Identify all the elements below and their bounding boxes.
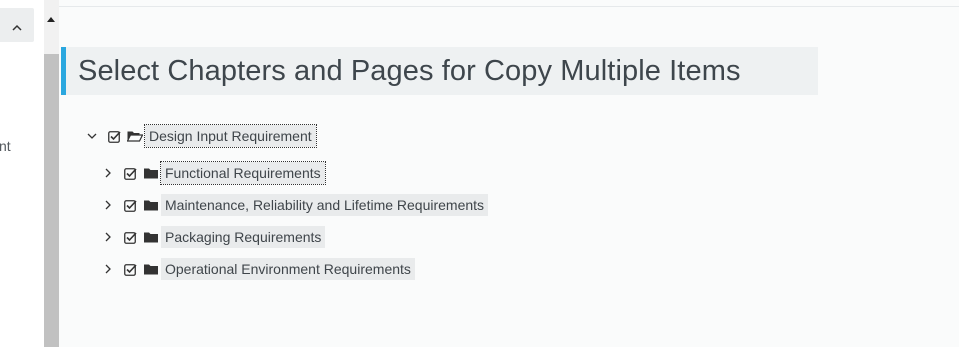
checkbox-checked-icon[interactable] [123,230,137,244]
chevron-right-icon[interactable] [101,230,115,244]
tree-item-label[interactable]: Packaging Requirements [161,226,326,248]
main-content: Select Chapters and Pages for Copy Multi… [47,0,959,347]
tree-item-label[interactable]: Functional Requirements [160,161,326,185]
chevron-right-icon[interactable] [101,166,115,180]
app-window: nt Select Chapters and Pages for Copy Mu… [0,0,959,347]
tree-item-label[interactable]: Maintenance, Reliability and Lifetime Re… [161,194,489,216]
tree-root-row[interactable]: Design Input Requirement [85,124,317,148]
checkbox-checked-icon[interactable] [123,198,137,212]
tree-item-row[interactable]: Operational Environment Requirements [101,258,415,280]
page-title: Select Chapters and Pages for Copy Multi… [78,54,741,87]
tree-item-row[interactable]: Functional Requirements [101,161,326,185]
folder-icon [143,166,159,180]
scrollbar-thumb[interactable] [44,54,59,347]
sidebar: nt [0,0,44,347]
checkbox-checked-icon[interactable] [123,166,137,180]
page-title-bar: Select Chapters and Pages for Copy Multi… [61,47,818,95]
tree-item-label[interactable]: Operational Environment Requirements [161,258,415,280]
chevron-up-icon [12,16,22,35]
triangle-up-icon [47,7,55,26]
scroll-up-button[interactable] [45,8,57,24]
top-bar [59,0,959,7]
checkbox-checked-icon[interactable] [107,129,121,143]
tree-item-row[interactable]: Packaging Requirements [101,226,326,248]
folder-open-icon [127,129,143,143]
folder-icon [143,230,159,244]
chevron-right-icon[interactable] [101,198,115,212]
tree-item-row[interactable]: Maintenance, Reliability and Lifetime Re… [101,194,489,216]
vertical-scrollbar[interactable] [44,0,59,347]
folder-icon [143,262,159,276]
checkbox-checked-icon[interactable] [123,262,137,276]
chevron-down-icon[interactable] [85,129,99,143]
tree-root-label[interactable]: Design Input Requirement [144,124,317,148]
folder-icon [143,198,159,212]
chevron-right-icon[interactable] [101,262,115,276]
sidebar-collapse-button[interactable] [0,8,34,42]
sidebar-clipped-label: nt [0,138,11,154]
